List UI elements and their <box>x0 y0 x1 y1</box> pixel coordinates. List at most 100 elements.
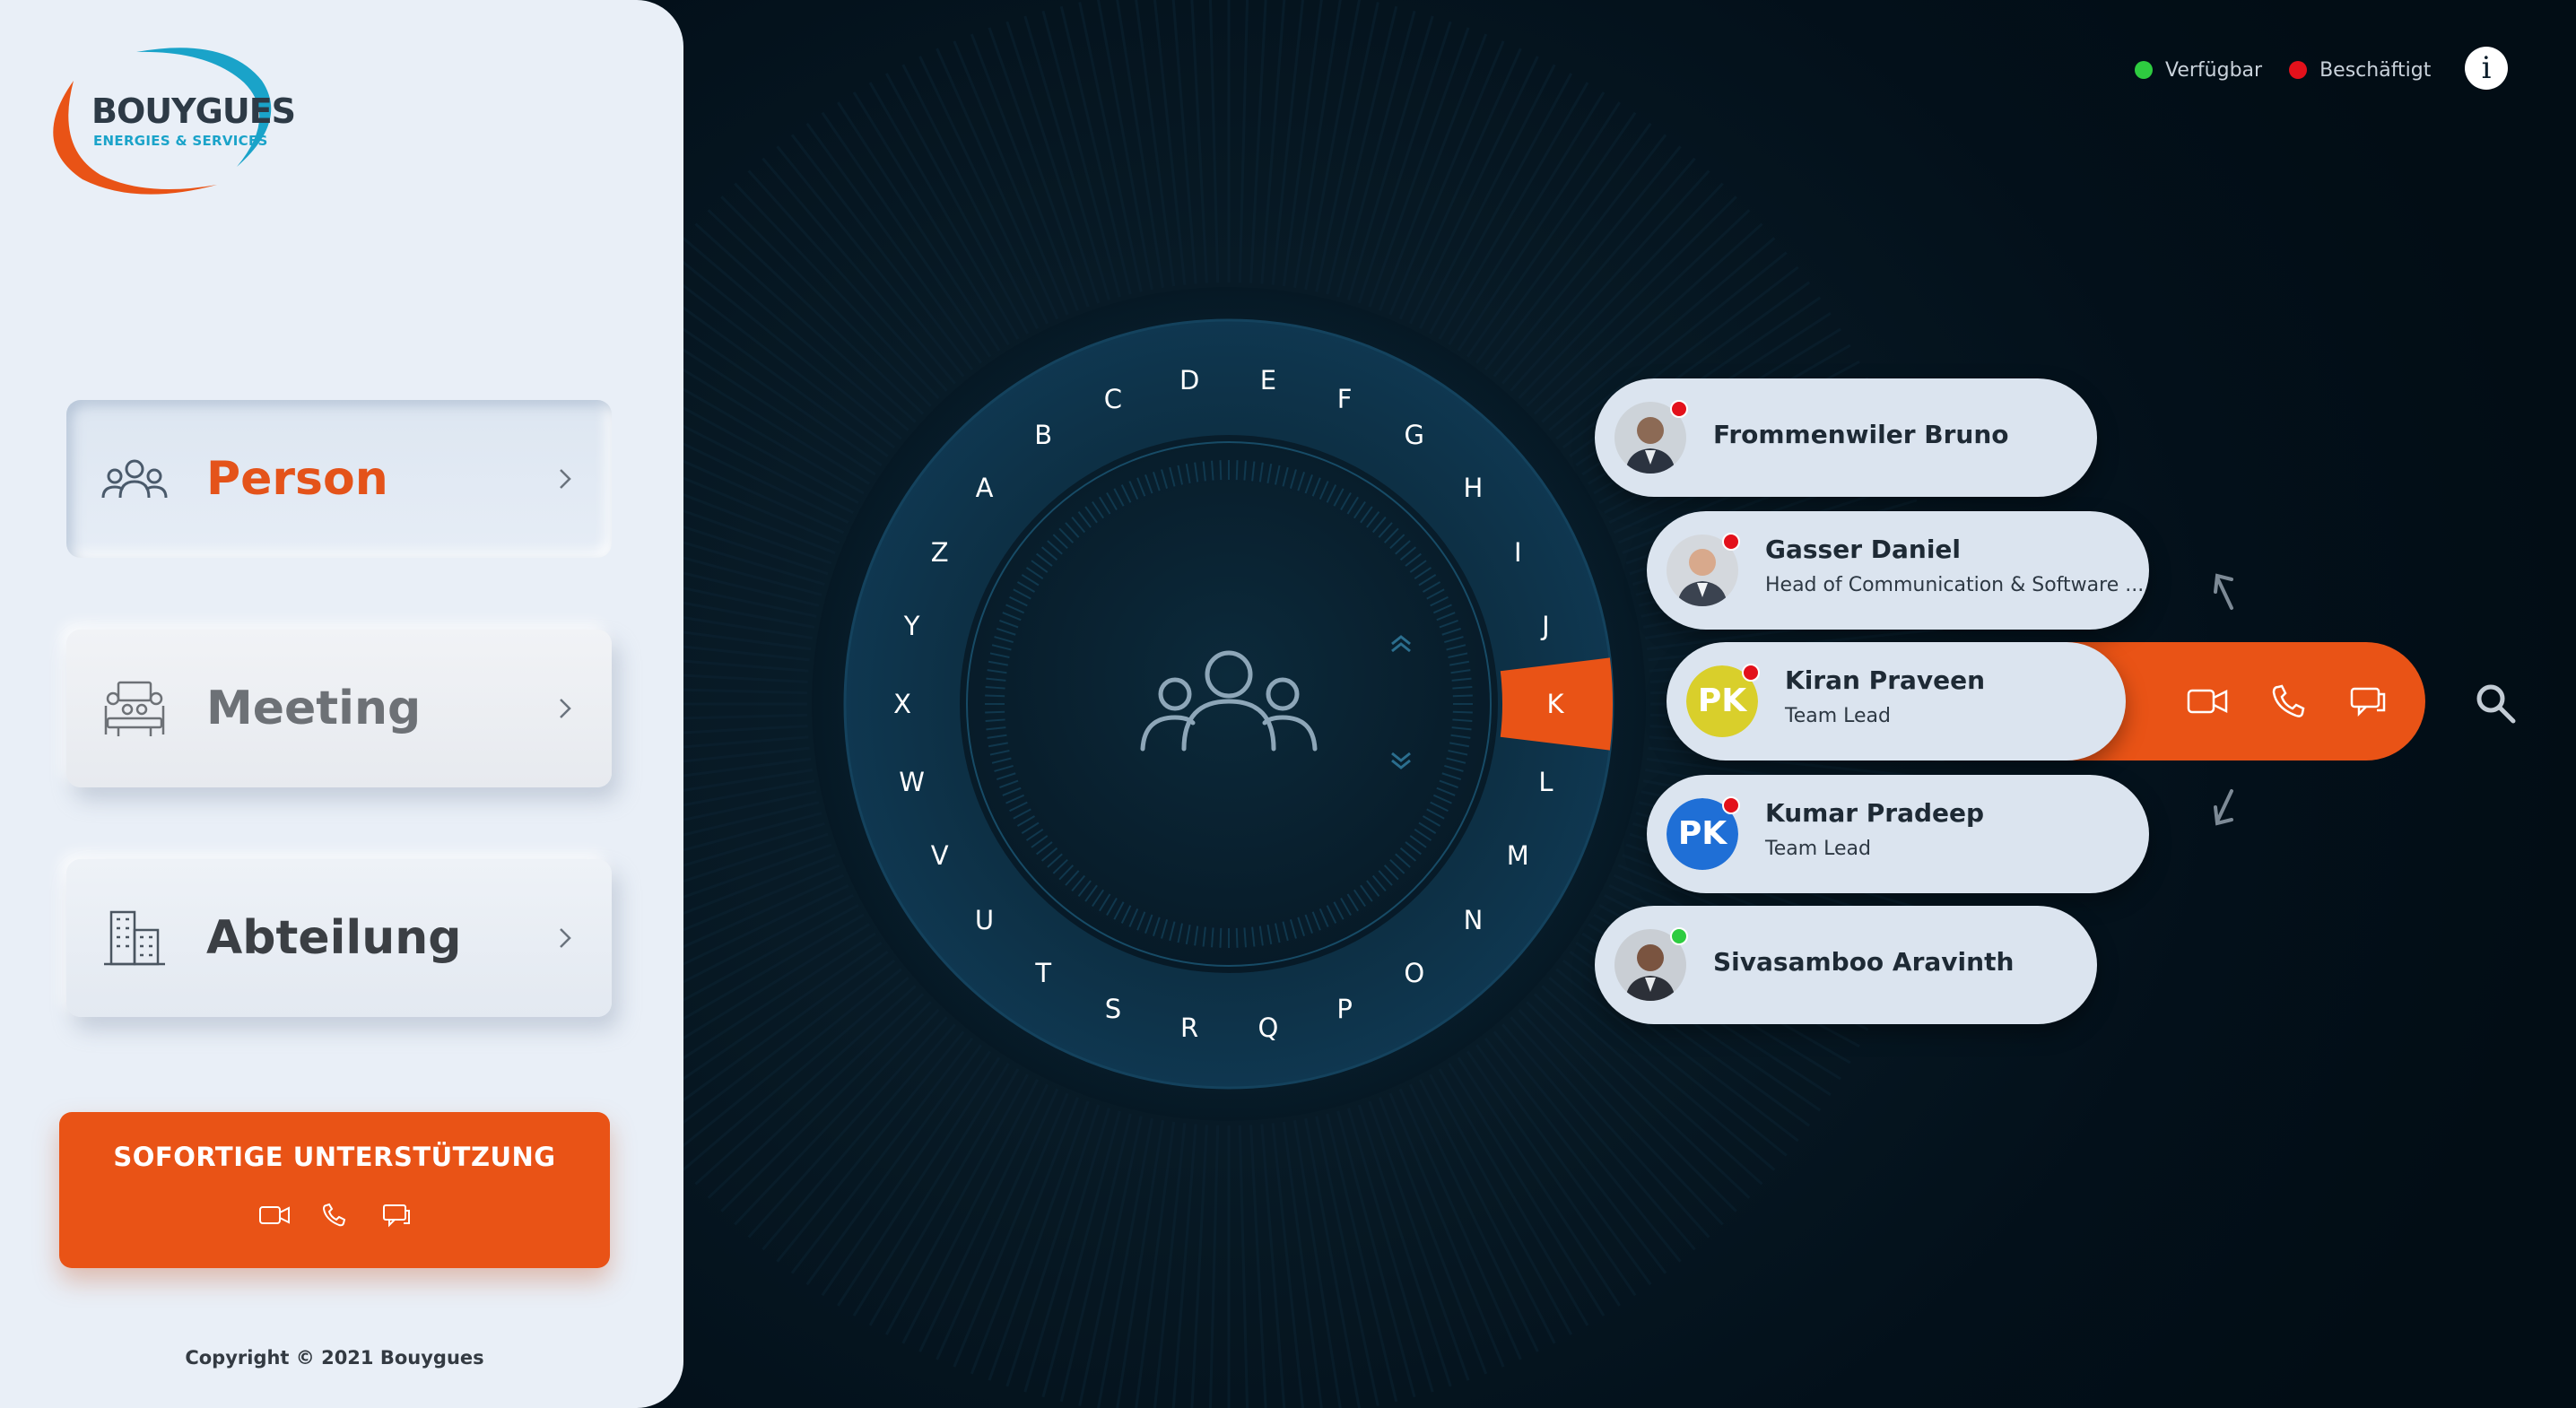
nav-meeting-button[interactable]: Meeting <box>66 630 612 787</box>
app-stage: ABCDEFGHI J K L MNOPQRSTUV W X Y Z BOUYGUES ENER… <box>0 0 2576 1408</box>
scroll-up-arrow-icon[interactable] <box>2205 565 2250 619</box>
status-legend: Verfügbar Beschäftigt <box>2135 56 2458 84</box>
background-tick <box>1315 2 1379 292</box>
background-tick <box>1078 1116 1143 1406</box>
contact-card[interactable]: Sivasamboo Aravinth <box>1595 906 2097 1024</box>
contact-name: Kiran Praveen <box>1785 665 1986 695</box>
logo-wordmark: BOUYGUES <box>91 91 296 131</box>
chevron-right-icon <box>560 469 571 489</box>
alphabet-letter-o[interactable]: O <box>1388 955 1441 991</box>
contact-card[interactable]: PK Kumar Pradeep Team Lead <box>1647 775 2149 893</box>
contact-name: Sivasamboo Aravinth <box>1713 947 2015 977</box>
alphabet-letter-r[interactable]: R <box>1162 1010 1216 1046</box>
alphabet-letter-l[interactable]: L <box>1519 764 1572 800</box>
dial-tick <box>1452 694 1473 698</box>
alphabet-letter-u[interactable]: U <box>958 902 1012 938</box>
alphabet-letter-v[interactable]: V <box>913 838 967 873</box>
dial-tick <box>985 694 1005 698</box>
contact-name: Gasser Daniel <box>1765 535 1962 564</box>
nav-department-button[interactable]: Abteilung <box>66 859 612 1017</box>
busy-status-label: Beschäftigt <box>2319 58 2432 82</box>
background-tick <box>1315 1116 1379 1406</box>
chevron-right-icon <box>560 699 571 718</box>
chat-icon[interactable] <box>379 1202 414 1229</box>
alphabet-letter-w[interactable]: W <box>885 764 939 800</box>
status-badge <box>1722 533 1740 551</box>
video-icon[interactable] <box>2185 682 2230 721</box>
phone-icon[interactable] <box>2266 682 2311 721</box>
alphabet-letter-c[interactable]: C <box>1086 381 1140 417</box>
dial-tick <box>1219 460 1223 481</box>
status-badge <box>1670 400 1688 418</box>
contact-card-selected[interactable]: PK Kiran Praveen Team Lead <box>1667 642 2126 760</box>
alphabet-letter-k[interactable]: K <box>1528 686 1582 722</box>
alphabet-letter-b[interactable]: B <box>1016 417 1070 453</box>
alphabet-letter-e[interactable]: E <box>1241 362 1295 398</box>
background-tick <box>1208 1125 1220 1408</box>
alphabet-letter-m[interactable]: M <box>1491 838 1545 873</box>
status-badge <box>1670 927 1688 945</box>
alphabet-letter-q[interactable]: Q <box>1241 1010 1295 1046</box>
background-tick <box>1438 1068 1589 1326</box>
background-tick <box>1171 1124 1197 1408</box>
background-tick <box>1238 0 1249 283</box>
logo-tagline: ENERGIES & SERVICES <box>93 133 268 149</box>
scroll-down-arrow-icon[interactable] <box>2205 780 2250 834</box>
background-tick <box>1260 1124 1286 1408</box>
alphabet-letter-n[interactable]: N <box>1446 902 1500 938</box>
available-status-dot <box>2135 61 2153 79</box>
building-icon <box>104 910 165 966</box>
background-tick <box>1260 0 1286 284</box>
nav-person-label: Person <box>206 452 388 506</box>
instant-support-button[interactable]: SOFORTIGE UNTERSTÜTZUNG <box>59 1112 610 1268</box>
status-badge <box>1742 664 1760 682</box>
background-tick <box>868 82 1020 340</box>
busy-status-dot <box>2289 61 2308 79</box>
alphabet-letter-h[interactable]: H <box>1446 470 1500 506</box>
contact-name: Frommenwiler Bruno <box>1713 420 2009 449</box>
chevron-right-icon <box>560 928 571 948</box>
contact-card[interactable]: Gasser Daniel Head of Communication & So… <box>1647 511 2149 630</box>
nav-department-label: Abteilung <box>206 911 462 965</box>
background-tick <box>868 1068 1020 1326</box>
alphabet-letter-p[interactable]: P <box>1318 991 1371 1027</box>
dial-tick <box>1235 460 1239 481</box>
alphabet-letter-j[interactable]: J <box>1519 608 1572 644</box>
dial-inner-core <box>960 435 1498 973</box>
contact-role: Team Lead <box>1785 705 1891 727</box>
phone-icon[interactable] <box>318 1202 353 1229</box>
background-tick <box>720 196 932 407</box>
video-icon[interactable] <box>257 1202 292 1229</box>
alphabet-letter-t[interactable]: T <box>1016 955 1070 991</box>
status-badge <box>1722 796 1740 814</box>
info-button[interactable]: i <box>2465 47 2508 90</box>
contact-role: Head of Communication & Software ... <box>1765 574 2145 596</box>
alphabet-letter-s[interactable]: S <box>1086 991 1140 1027</box>
sidebar: BOUYGUES ENERGIES & SERVICES Person Meet… <box>0 0 683 1408</box>
search-icon[interactable] <box>2474 682 2517 725</box>
nav-person-button[interactable]: Person <box>66 400 612 558</box>
contact-card[interactable]: Frommenwiler Bruno <box>1595 378 2097 497</box>
alphabet-letter-a[interactable]: A <box>958 470 1012 506</box>
meeting-icon <box>104 681 165 736</box>
alphabet-letter-y[interactable]: Y <box>885 608 939 644</box>
nav-meeting-label: Meeting <box>206 682 422 735</box>
copyright-text: Copyright © 2021 Bouygues <box>185 1347 484 1369</box>
brand-logo: BOUYGUES ENERGIES & SERVICES <box>47 45 325 202</box>
background-tick <box>720 1001 932 1212</box>
available-status-label: Verfügbar <box>2165 58 2263 82</box>
dial-tick <box>1235 927 1239 948</box>
background-tick <box>1238 1125 1249 1408</box>
alphabet-letter-i[interactable]: I <box>1491 535 1545 570</box>
alphabet-letter-f[interactable]: F <box>1318 381 1371 417</box>
alphabet-letter-g[interactable]: G <box>1388 417 1441 453</box>
background-tick <box>1208 0 1220 283</box>
alphabet-letter-d[interactable]: D <box>1162 362 1216 398</box>
alphabet-letter-x[interactable]: X <box>875 686 929 722</box>
dial-tick <box>1219 927 1223 948</box>
chat-icon[interactable] <box>2346 682 2391 721</box>
background-tick <box>1438 82 1589 340</box>
contact-name: Kumar Pradeep <box>1765 798 1985 828</box>
contact-role: Team Lead <box>1765 838 1871 860</box>
alphabet-letter-z[interactable]: Z <box>913 535 967 570</box>
